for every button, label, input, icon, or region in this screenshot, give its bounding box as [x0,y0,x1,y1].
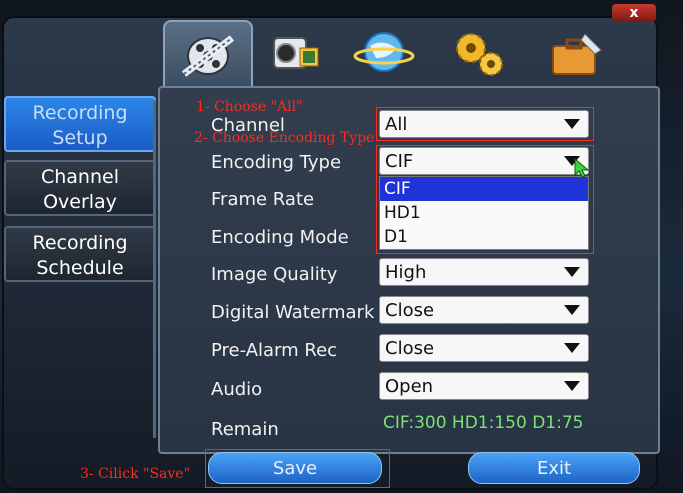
chevron-down-icon[interactable] [559,300,585,320]
audio-select[interactable]: Open [379,372,589,400]
audio-label: Audio [211,379,263,400]
sidebar-scrollbar[interactable] [153,100,156,438]
tab-tools[interactable] [533,20,619,88]
pre-alarm-rec-label: Pre-Alarm Rec [211,340,338,361]
pre-alarm-rec-value: Close [385,338,435,359]
frame-rate-label: Frame Rate [211,189,315,210]
chevron-down-icon[interactable] [559,338,585,358]
sidebar-item-label: Setup [52,127,108,149]
gears-icon [447,24,509,84]
sidebar-item-label: Recording [32,102,128,124]
digital-watermark-label: Digital Watermark [211,302,375,323]
exit-button[interactable]: Exit [468,452,640,484]
encoding-mode-label: Encoding Mode [211,227,349,248]
tab-settings[interactable] [435,20,521,88]
annotation-step-2: 2- Choose Encoding Type [194,130,375,146]
pre-alarm-rec-select[interactable]: Close [379,334,589,362]
sidebar-item-recording-schedule[interactable]: Recording Schedule [4,226,156,282]
remain-value: CIF:300 HD1:150 D1:75 [383,413,584,433]
sidebar-item-label: Schedule [36,257,124,279]
tab-camera[interactable] [251,20,337,88]
digital-watermark-value: Close [385,300,435,321]
dvr-screen: x Recording Setup Channel Overlay Record… [0,0,683,493]
toolbox-icon [545,24,607,84]
annotation-step-3: 3- Cilick "Save" [80,466,191,482]
tab-network[interactable] [341,20,427,88]
annotation-step-1: 1- Choose "All" [196,99,303,115]
tab-bar [155,20,655,90]
sidebar-item-recording-setup[interactable]: Recording Setup [4,96,156,152]
annotation-box-save [205,449,390,488]
remain-label: Remain [211,419,279,440]
tab-recording[interactable] [163,20,253,90]
film-reel-icon [178,26,238,86]
sidebar-item-label: Recording [32,232,128,254]
image-quality-label: Image Quality [211,264,338,285]
audio-value: Open [385,376,434,397]
camera-icon [264,24,324,84]
sidebar-item-label: Overlay [43,191,117,213]
digital-watermark-select[interactable]: Close [379,296,589,324]
annotation-box-channel [376,107,594,141]
image-quality-select[interactable]: High [379,258,589,286]
encoding-type-label: Encoding Type [211,152,342,173]
globe-icon [352,24,416,84]
sidebar-item-label: Channel [40,166,119,188]
chevron-down-icon[interactable] [559,262,585,282]
image-quality-value: High [385,262,427,283]
annotation-box-encoding [376,145,594,254]
chevron-down-icon[interactable] [559,376,585,396]
sidebar-item-channel-overlay[interactable]: Channel Overlay [4,160,156,216]
